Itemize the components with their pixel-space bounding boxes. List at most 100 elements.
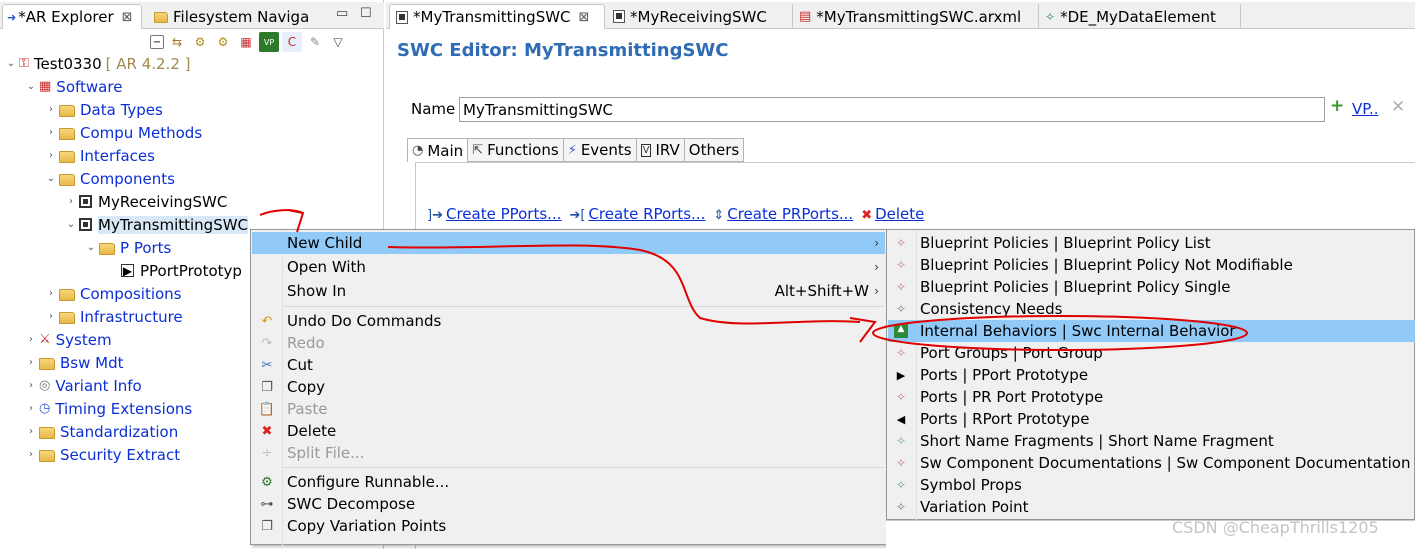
collapsed-icon[interactable]: › [43,104,59,115]
diamond-icon: ✧ [895,478,907,492]
tab-irv[interactable]: V IRV [636,138,685,162]
submenu-item[interactable]: ✧ Short Name Fragments | Short Name Frag… [888,430,1415,452]
tab-others[interactable]: Others [684,138,745,162]
tree-item-p-ports[interactable]: ⌄ P Ports [83,236,172,259]
tab-ar-explorer[interactable]: ➜ *AR Explorer ⊠ [2,4,142,29]
expanded-icon[interactable]: ⌄ [43,173,59,184]
tab-filesystem-navigator[interactable]: Filesystem Naviga [150,4,315,29]
collapsed-icon[interactable]: › [23,357,39,368]
collapsed-icon[interactable]: › [23,334,39,345]
expanded-icon[interactable]: ⌄ [3,58,19,69]
menu-item-swc-decompose[interactable]: ⊶ SWC Decompose [252,493,885,515]
tab-main[interactable]: ◔ Main [407,138,469,162]
tree-item-compu-methods[interactable]: › Compu Methods [43,121,202,144]
vp-link[interactable]: VP.. [1352,100,1379,118]
menu-item-copy-variation-points[interactable]: ❐ Copy Variation Points [252,515,885,537]
submenu-item[interactable]: ▶ Ports | PPort Prototype [888,364,1415,386]
collapsed-icon[interactable]: › [23,403,39,414]
collapsed-icon[interactable]: › [23,380,39,391]
menu-label: Variation Point [920,498,1029,516]
collapsed-icon[interactable]: › [43,311,59,322]
tree-item-infrastructure[interactable]: › Infrastructure [43,305,183,328]
submenu-item[interactable]: ✧ Symbol Props [888,474,1415,496]
grid-icon[interactable]: ▦ [236,32,256,52]
submenu-item-internal-behavior[interactable]: ▲ Internal Behaviors | Swc Internal Beha… [888,320,1415,342]
menu-item-show-in[interactable]: Show In Alt+Shift+W › [252,280,885,302]
settings-icon[interactable]: ⚙ [213,32,233,52]
create-rports-action[interactable]: ➔[Create RPorts... [569,205,705,223]
remove-icon[interactable]: ✕ [1391,97,1405,117]
tree-item-standardization[interactable]: › Standardization [23,420,178,443]
vp-res-icon[interactable]: VP [259,32,279,52]
collapsed-icon[interactable]: › [63,196,79,207]
tree-item-variant-info[interactable]: › ◎ Variant Info [23,374,142,397]
collapse-all-icon[interactable]: − [150,35,164,49]
tree-item-bsw-mdt[interactable]: › Bsw Mdt [23,351,124,374]
submenu-item[interactable]: ✧ Blueprint Policies | Blueprint Policy … [888,254,1415,276]
refresh-icon[interactable]: C [282,32,302,52]
submenu-item[interactable]: ✧ Blueprint Policies | Blueprint Policy … [888,276,1415,298]
collapsed-icon[interactable]: › [23,449,39,460]
name-field[interactable] [459,97,1325,122]
expanded-icon[interactable]: ⌄ [83,242,99,253]
tab-de-my-data-element[interactable]: ✧ *DE_MyDataElement [1039,4,1241,29]
close-icon[interactable]: ⊠ [579,10,590,25]
tab-my-transmitting-swc[interactable]: *MyTransmittingSWC ⊠ [389,4,605,29]
menu-item-split-file[interactable]: ÷ Split File... [252,442,885,464]
menu-item-undo[interactable]: ↶ Undo Do Commands [252,310,885,332]
minimize-icon[interactable]: ▭ [336,6,348,21]
submenu-item[interactable]: ✧ Sw Component Documentations | Sw Compo… [888,452,1415,474]
tree-item-software[interactable]: ⌄ ▦ Software [23,75,123,98]
add-icon[interactable]: + [1330,96,1344,116]
link-editor-icon[interactable]: ⇆ [167,32,187,52]
maximize-icon[interactable]: ☐ [360,6,372,21]
tab-my-receiving-swc[interactable]: *MyReceivingSWC [607,4,793,29]
component-icon [613,10,625,23]
view-menu-icon[interactable]: ▽ [328,32,348,52]
collapsed-icon[interactable]: › [43,288,59,299]
submenu-item[interactable]: ✧ Port Groups | Port Group [888,342,1415,364]
wand-icon[interactable]: ✎ [305,32,325,52]
tab-functions[interactable]: ⇱ Functions [468,138,564,162]
menu-item-cut[interactable]: ✂ Cut [252,354,885,376]
close-icon[interactable]: ⊠ [122,10,133,25]
tree-label: MyReceivingSWC [98,192,228,211]
submenu-item[interactable]: ✧ Variation Point [888,496,1415,518]
tab-events[interactable]: ⚡ Events [563,138,637,162]
expanded-icon[interactable]: ⌄ [63,219,79,230]
submenu-item[interactable]: ✧ Ports | PR Port Prototype [888,386,1415,408]
menu-label: Delete [287,422,337,440]
menu-item-new-child[interactable]: New Child › [252,232,885,254]
menu-item-open-with[interactable]: Open With › [252,256,885,278]
tree-item-security-extract[interactable]: › Security Extract [23,443,180,466]
delete-action[interactable]: ✖ Delete [861,205,924,223]
tree-item-system[interactable]: › ⚔ System [23,328,112,351]
version-label: [ AR 4.2.2 ] [105,54,191,73]
menu-item-redo[interactable]: ↷ Redo [252,332,885,354]
expanded-icon[interactable]: ⌄ [23,81,39,92]
menu-item-delete[interactable]: ✖ Delete [252,420,885,442]
collapsed-icon[interactable]: › [43,150,59,161]
tree-item-interfaces[interactable]: › Interfaces [43,144,155,167]
menu-item-copy[interactable]: ❐ Copy [252,376,885,398]
create-pports-action[interactable]: ]➔ Create PPorts... [427,205,561,223]
tree-item-compositions[interactable]: › Compositions [43,282,182,305]
tab-arxml-file[interactable]: ▤ *MyTransmittingSWC.arxml [793,4,1039,29]
submenu-item[interactable]: ◀ Ports | RPort Prototype [888,408,1415,430]
tree-item-transmitting-swc[interactable]: ⌄ MyTransmittingSWC [63,213,249,236]
tree-item-timing-extensions[interactable]: › ◷ Timing Extensions [23,397,192,420]
tree-item-data-types[interactable]: › Data Types [43,98,163,121]
submenu-item[interactable]: ✧ Consistency Needs [888,298,1415,320]
tree-item-components[interactable]: ⌄ Components [43,167,175,190]
filter-icon[interactable]: ⚙ [190,32,210,52]
menu-item-configure-runnable[interactable]: ⚙ Configure Runnable... [252,471,885,493]
submenu-item[interactable]: ✧ Blueprint Policies | Blueprint Policy … [888,232,1415,254]
collapsed-icon[interactable]: › [23,426,39,437]
tree-item-root[interactable]: ⌄ ⚿ Test0330 [ AR 4.2.2 ] [3,52,191,75]
collapsed-icon[interactable]: › [43,127,59,138]
create-prports-action[interactable]: ⇕ Create PRPorts... [713,205,853,223]
tree-item-receiving-swc[interactable]: › MyReceivingSWC [63,190,227,213]
menu-item-paste[interactable]: 📋 Paste [252,398,885,420]
tree-item-pport-prototype[interactable]: ▶ PPortPrototyp [121,259,242,282]
menu-separator [284,467,884,468]
